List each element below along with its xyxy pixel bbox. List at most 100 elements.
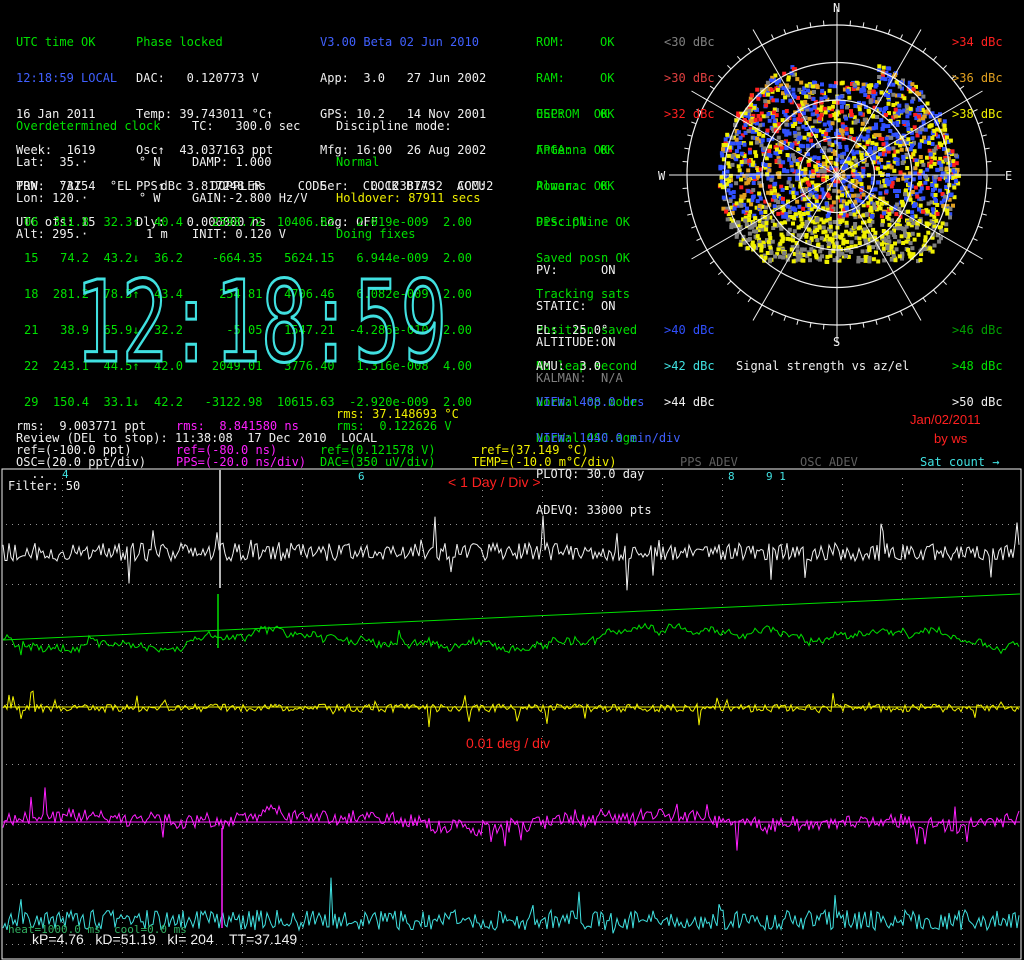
grid-dot <box>722 844 723 845</box>
grid-dot <box>422 502 423 503</box>
grid-dot <box>122 904 123 905</box>
grid-dot <box>726 524 727 525</box>
signal-cell <box>750 242 755 247</box>
grid-dot <box>300 644 301 645</box>
grid-dot <box>62 688 63 689</box>
grid-dot <box>486 644 487 645</box>
grid-dot <box>662 760 663 761</box>
grid-dot <box>62 562 63 563</box>
legend-entry: >40 dBc <box>664 323 715 337</box>
signal-cell <box>884 180 889 184</box>
grid-dot <box>542 676 543 677</box>
grid-dot <box>390 524 391 525</box>
grid-dot <box>542 760 543 761</box>
grid-dot <box>354 944 355 945</box>
signal-cell <box>763 210 768 214</box>
grid-dot <box>444 824 445 825</box>
grid-dot <box>542 868 543 869</box>
grid-dot <box>62 550 63 551</box>
signal-cell <box>849 112 854 117</box>
grid-dot <box>302 874 303 875</box>
grid-dot <box>302 820 303 821</box>
grid-dot <box>810 884 811 885</box>
signal-cell <box>863 93 868 97</box>
signal-cell <box>917 175 922 180</box>
signal-cell <box>918 169 923 174</box>
grid-dot <box>228 584 229 585</box>
grid-dot <box>582 584 583 585</box>
signal-cell <box>770 219 775 223</box>
grid-dot <box>122 610 123 611</box>
grid-dot <box>342 884 343 885</box>
grid-dot <box>42 644 43 645</box>
grid-dot <box>842 742 843 743</box>
grid-dot <box>842 484 843 485</box>
grid-dot <box>362 790 363 791</box>
signal-cell <box>910 190 915 194</box>
grid-dot <box>62 916 63 917</box>
compass-east: E <box>1005 169 1012 183</box>
grid-dot <box>962 700 963 701</box>
grid-dot <box>972 644 973 645</box>
grid-dot <box>902 916 903 917</box>
signal-cell <box>906 209 910 214</box>
osc-adev-tab[interactable]: OSC ADEV <box>800 456 858 468</box>
big-clock-text: 12:18:59 <box>75 275 447 375</box>
grid-dot <box>722 502 723 503</box>
grid-dot <box>756 524 757 525</box>
grid-dot <box>782 946 783 947</box>
signal-cell <box>721 143 726 147</box>
grid-dot <box>468 524 469 525</box>
grid-dot <box>714 704 715 705</box>
grid-dot <box>330 944 331 945</box>
grid-dot <box>902 868 903 869</box>
polar-tick <box>687 134 693 137</box>
signal-cell <box>807 162 811 167</box>
grid-dot <box>894 704 895 705</box>
signal-cell <box>839 235 844 240</box>
grid-dot <box>422 676 423 677</box>
signal-cell <box>759 248 764 253</box>
grid-dot <box>122 838 123 839</box>
grid-dot <box>624 884 625 885</box>
grid-dot <box>182 742 183 743</box>
grid-dot <box>906 764 907 765</box>
grid-dot <box>542 934 543 935</box>
grid-dot <box>62 616 63 617</box>
signal-cell <box>897 189 901 194</box>
grid-dot <box>482 856 483 857</box>
signal-cell <box>939 167 944 171</box>
signal-cell <box>850 232 855 237</box>
grid-dot <box>902 676 903 677</box>
signal-cell <box>869 83 874 88</box>
grid-dot <box>690 584 691 585</box>
grid-dot <box>422 604 423 605</box>
grid-dot <box>842 544 843 545</box>
grid-dot <box>246 644 247 645</box>
grid-dot <box>912 584 913 585</box>
sat-count-tab[interactable]: Sat count → <box>920 456 1000 468</box>
pps-adev-tab[interactable]: PPS ADEV <box>680 456 738 468</box>
grid-dot <box>780 824 781 825</box>
grid-dot <box>828 764 829 765</box>
grid-dot <box>84 764 85 765</box>
grid-dot <box>782 838 783 839</box>
grid-dot <box>1014 704 1015 705</box>
signal-cell <box>726 153 731 158</box>
signal-cell <box>878 107 883 112</box>
grid-dot <box>342 644 343 645</box>
grid-dot <box>62 724 63 725</box>
grid-dot <box>888 704 889 705</box>
grid-dot <box>302 658 303 659</box>
grid-dot <box>722 928 723 929</box>
grid-dot <box>990 824 991 825</box>
grid-dot <box>122 730 123 731</box>
grid-dot <box>804 884 805 885</box>
grid-dot <box>602 532 603 533</box>
grid-dot <box>402 584 403 585</box>
grid-dot <box>282 704 283 705</box>
signal-cell <box>721 195 726 200</box>
grid-dot <box>342 524 343 525</box>
grid-dot <box>642 524 643 525</box>
signal-cell <box>772 204 777 209</box>
